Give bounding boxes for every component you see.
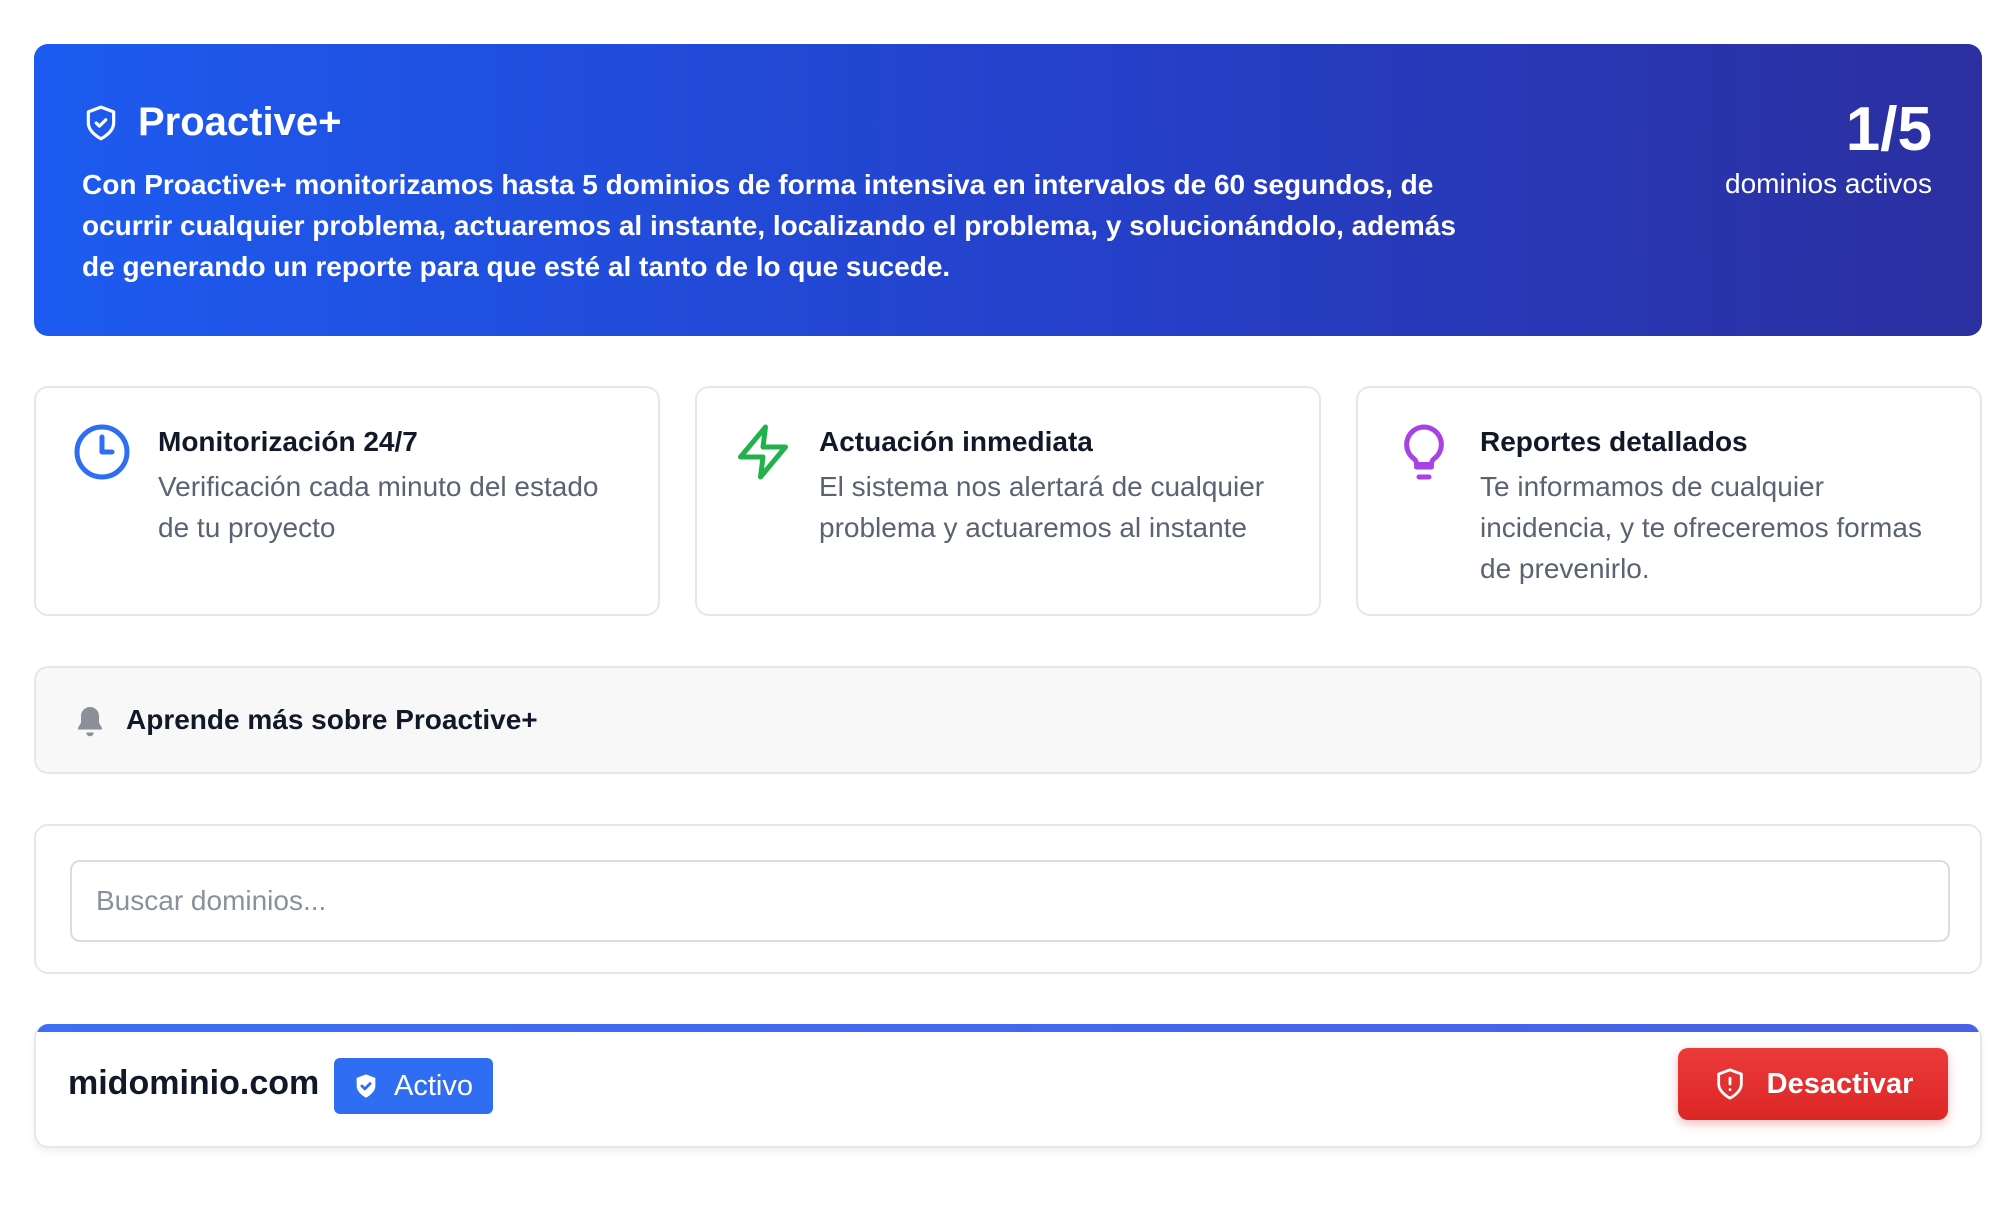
shield-check-icon <box>356 1074 376 1098</box>
domain-card-accent-bar <box>36 1024 1980 1032</box>
proactive-hero-banner: Proactive+ Con Proactive+ monitorizamos … <box>34 44 1982 336</box>
status-badge-label: Activo <box>394 1069 473 1102</box>
bell-icon <box>78 707 102 737</box>
deactivate-button-label: Desactivar <box>1766 1067 1914 1100</box>
domain-card: midominio.com Activo Desactivar <box>34 1024 1982 1148</box>
active-domains-count: 1/5 <box>1845 95 1932 164</box>
lightning-icon <box>738 424 788 480</box>
feature-title: Actuación inmediata <box>819 426 1093 457</box>
shield-check-icon <box>86 105 116 140</box>
hero-title: Proactive+ <box>138 100 342 144</box>
clock-icon <box>74 424 130 480</box>
domain-search-input[interactable] <box>70 860 1950 942</box>
feature-title: Monitorización 24/7 <box>158 426 418 457</box>
status-badge: Activo <box>334 1058 493 1114</box>
feature-description: El sistema nos alertará de cualquier pro… <box>819 471 1265 543</box>
domain-name: midominio.com <box>68 1064 320 1102</box>
active-domains-counter: 1/5 dominios activos <box>1725 94 1932 200</box>
hero-description: Con Proactive+ monitorizamos hasta 5 dom… <box>82 169 1456 282</box>
deactivate-button[interactable]: Desactivar <box>1678 1048 1948 1120</box>
lightbulb-icon <box>1404 424 1444 480</box>
learn-more-label[interactable]: Aprende más sobre Proactive+ <box>126 704 538 736</box>
shield-alert-icon <box>1716 1068 1743 1100</box>
feature-title: Reportes detallados <box>1480 426 1748 457</box>
feature-card-reports: Reportes detallados Te informamos de cua… <box>1356 386 1982 616</box>
feature-description: Te informamos de cualquier incidencia, y… <box>1480 471 1922 584</box>
feature-description: Verificación cada minuto del estado de t… <box>158 471 599 543</box>
learn-more-panel[interactable]: Aprende más sobre Proactive+ <box>34 666 1982 774</box>
feature-card-monitoring: Monitorización 24/7 Verificación cada mi… <box>34 386 660 616</box>
feature-card-action: Actuación inmediata El sistema nos alert… <box>695 386 1321 616</box>
hero-title-row: Proactive+ <box>82 100 341 145</box>
search-card <box>34 824 1982 974</box>
active-domains-label: dominios activos <box>1725 168 1932 199</box>
